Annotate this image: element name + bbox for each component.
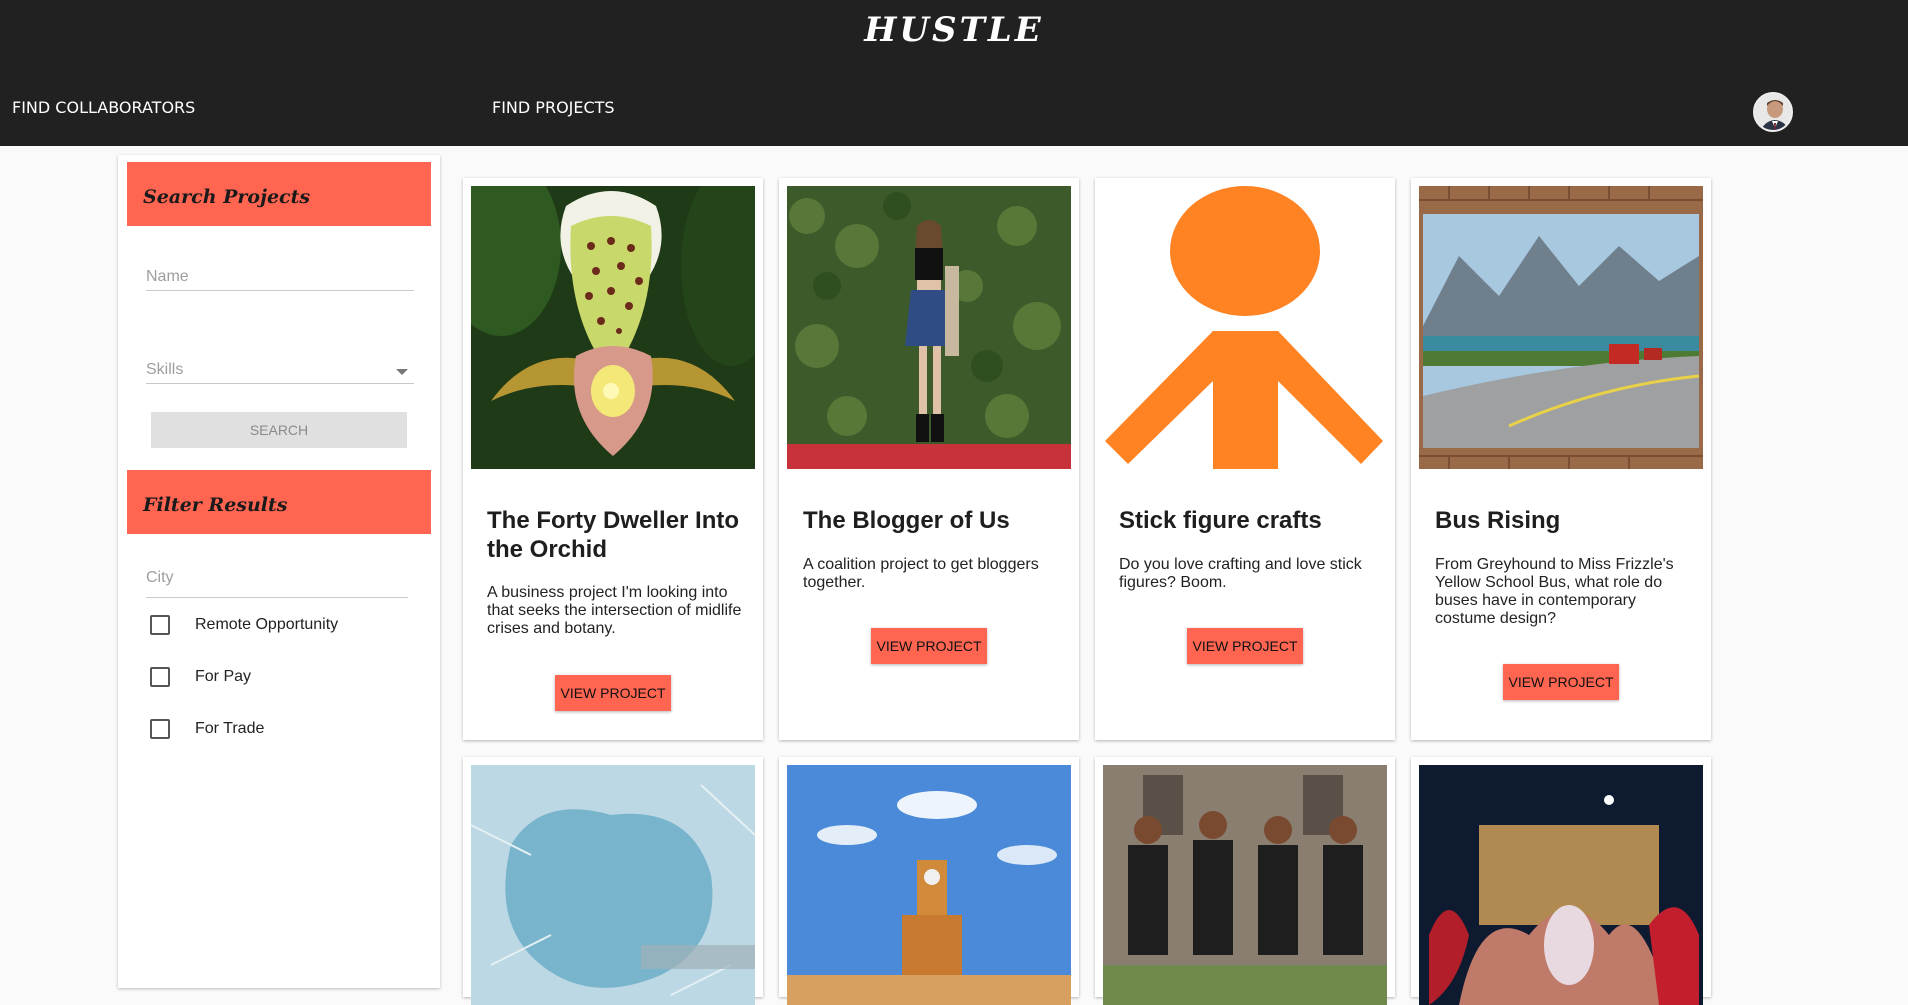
project-card xyxy=(1095,757,1395,1005)
filter-label: For Pay xyxy=(195,668,252,685)
filter-results-heading: Filter Results xyxy=(127,470,431,534)
project-card: Stick figure crafts Do you love crafting… xyxy=(1095,178,1395,740)
project-image-bus xyxy=(1419,186,1703,469)
search-projects-heading: Search Projects xyxy=(127,162,431,226)
filter-label: Remote Opportunity xyxy=(195,616,339,633)
project-title: The Forty Dweller Into the Orchid xyxy=(487,507,740,563)
checkbox-icon[interactable] xyxy=(150,719,170,739)
checkbox-icon[interactable] xyxy=(150,667,170,687)
project-card xyxy=(463,757,763,1005)
project-title: Stick figure crafts xyxy=(1119,507,1322,534)
checkbox-icon[interactable] xyxy=(150,615,170,635)
city-input[interactable]: City xyxy=(146,569,408,598)
project-image-clock-tower xyxy=(787,765,1071,1005)
avatar-image xyxy=(1755,94,1791,130)
project-image-orchid xyxy=(471,186,755,469)
project-description: Do you love crafting and love stick figu… xyxy=(1119,556,1362,591)
top-app-bar: HUSTLE FIND COLLABORATORS FIND PROJECTS xyxy=(0,0,1908,146)
nav-find-collaborators[interactable]: FIND COLLABORATORS xyxy=(12,98,195,117)
project-image-group-jumping xyxy=(1103,765,1387,1005)
project-title: The Blogger of Us xyxy=(803,507,1010,534)
skills-select[interactable]: Skills xyxy=(146,361,414,384)
filter-label: For Trade xyxy=(195,720,265,737)
view-project-button[interactable]: VIEW PROJECT xyxy=(1503,664,1619,700)
view-project-button[interactable]: VIEW PROJECT xyxy=(871,628,987,664)
user-avatar[interactable] xyxy=(1753,92,1793,132)
skills-placeholder: Skills xyxy=(146,361,184,378)
project-card xyxy=(779,757,1079,1005)
project-image-ice xyxy=(471,765,755,1005)
search-sidebar: Search Projects Name Skills SEARCH Filte… xyxy=(118,155,440,988)
brand-logo[interactable]: HUSTLE xyxy=(0,10,1908,50)
project-card: Bus Rising From Greyhound to Miss Frizzl… xyxy=(1411,178,1711,740)
project-card: The Blogger of Us A coalition project to… xyxy=(779,178,1079,740)
project-title: Bus Rising xyxy=(1435,507,1561,534)
project-image-blogger xyxy=(787,186,1071,469)
nav-find-projects[interactable]: FIND PROJECTS xyxy=(492,98,615,117)
project-image-carnival xyxy=(1419,765,1703,1005)
project-description: A business project I'm looking into that… xyxy=(487,584,742,637)
project-description: A coalition project to get bloggers toge… xyxy=(803,556,1039,591)
project-description: From Greyhound to Miss Frizzle's Yellow … xyxy=(1435,556,1674,627)
view-project-button[interactable]: VIEW PROJECT xyxy=(1187,628,1303,664)
project-card xyxy=(1411,757,1711,1005)
project-image-stick-figure xyxy=(1103,186,1387,469)
search-button[interactable]: SEARCH xyxy=(151,412,407,448)
name-input[interactable]: Name xyxy=(146,268,414,291)
project-card: The Forty Dweller Into the Orchid A busi… xyxy=(463,178,763,740)
chevron-down-icon[interactable] xyxy=(396,369,408,375)
view-project-button[interactable]: VIEW PROJECT xyxy=(555,675,671,711)
